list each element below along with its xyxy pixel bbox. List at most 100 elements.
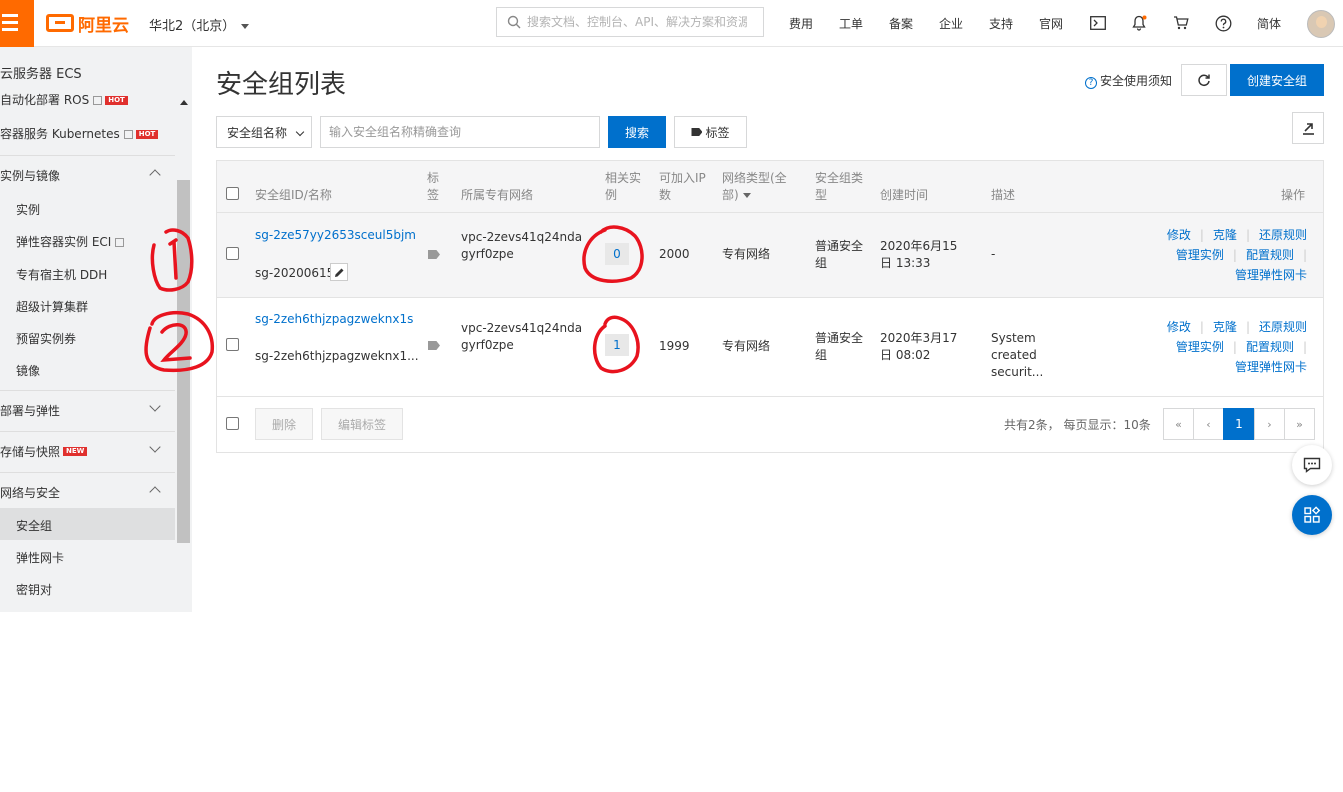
delete-button[interactable]: 删除 — [255, 408, 313, 440]
vpc-id: vpc-2zevs41q24ndagyrf0zpe — [461, 230, 583, 261]
nav-tickets[interactable]: 工单 — [839, 15, 863, 32]
sidebar-item-eci[interactable]: 弹性容器实例 ECI — [16, 233, 191, 250]
description: System created securit... — [991, 331, 1044, 379]
question-icon: ? — [1085, 77, 1097, 89]
sidebar-item-label: 容器服务 Kubernetes — [0, 127, 120, 141]
sidebar-group-label: 实例与镜像 — [0, 169, 61, 183]
nav-support[interactable]: 支持 — [989, 15, 1013, 32]
restore-rules-link[interactable]: 还原规则 — [1259, 228, 1307, 242]
manage-instances-link[interactable]: 管理实例 — [1176, 340, 1224, 354]
search-button[interactable]: 搜索 — [608, 116, 666, 148]
config-rules-link[interactable]: 配置规则 — [1246, 248, 1294, 262]
sidebar-item-super-computing[interactable]: 超级计算集群 — [16, 298, 191, 315]
manage-eni-link[interactable]: 管理弹性网卡 — [1235, 360, 1307, 374]
sidebar-group-instances[interactable]: 实例与镜像 — [0, 155, 175, 195]
select-all-checkbox[interactable] — [226, 187, 239, 200]
clone-link[interactable]: 克隆 — [1213, 320, 1237, 334]
hot-badge: HOT — [135, 130, 159, 139]
footer-select-all-checkbox[interactable] — [226, 417, 239, 430]
prev-page-button[interactable]: ‹ — [1193, 408, 1224, 440]
tag-icon[interactable] — [428, 341, 440, 350]
related-instances-count[interactable]: 0 — [605, 243, 629, 265]
page-number-current[interactable]: 1 — [1223, 408, 1255, 440]
modify-link[interactable]: 修改 — [1167, 228, 1191, 242]
header-description: 描述 — [991, 188, 1016, 202]
global-search[interactable] — [496, 7, 764, 37]
security-notice-link[interactable]: ? 安全使用须知 — [1085, 72, 1172, 89]
tag-icon[interactable] — [428, 250, 440, 259]
sidebar-item-keypair[interactable]: 密钥对 — [16, 581, 191, 598]
terminal-icon[interactable] — [1087, 12, 1109, 34]
clone-link[interactable]: 克隆 — [1213, 228, 1237, 242]
first-page-button[interactable]: « — [1163, 408, 1194, 440]
restore-rules-link[interactable]: 还原规则 — [1259, 320, 1307, 334]
nav-official-site[interactable]: 官网 — [1039, 15, 1063, 32]
sidebar-item-eni[interactable]: 弹性网卡 — [16, 549, 191, 566]
table-row: sg-2zeh6thjzpagzweknx1s sg-2zeh6thjzpagz… — [217, 298, 1323, 397]
search-icon — [507, 15, 521, 29]
security-group-id-link[interactable]: sg-2ze57yy2653sceul5bjm — [255, 227, 416, 244]
nav-icp[interactable]: 备案 — [889, 15, 913, 32]
related-instances-count[interactable]: 1 — [605, 334, 629, 356]
language-switch[interactable]: 简体 — [1257, 15, 1281, 32]
chevron-down-icon — [295, 127, 305, 137]
sidebar-group-network[interactable]: 网络与安全 — [0, 472, 175, 512]
header-network-type[interactable]: 网络类型(全部) — [722, 170, 792, 204]
security-group-id-link[interactable]: sg-2zeh6thjzpagzweknx1s — [255, 311, 413, 328]
sidebar-item-ddh[interactable]: 专有宿主机 DDH — [16, 266, 191, 283]
sidebar-group-label: 网络与安全 — [0, 486, 61, 500]
manage-eni-link[interactable]: 管理弹性网卡 — [1235, 268, 1307, 282]
bell-icon[interactable] — [1128, 12, 1150, 34]
network-type: 专有网络 — [722, 339, 771, 353]
sidebar-group-label: 部署与弹性 — [0, 404, 61, 418]
sidebar-item-image[interactable]: 镜像 — [16, 362, 191, 379]
sidebar-item-ros[interactable]: 自动化部署 ROS HOT — [0, 91, 175, 108]
config-rules-link[interactable]: 配置规则 — [1246, 340, 1294, 354]
sidebar-item-security-group[interactable]: 安全组 — [16, 517, 191, 534]
chevron-up-icon — [149, 169, 161, 181]
chevron-down-icon — [149, 441, 161, 453]
aliyun-logo[interactable]: 阿里云 — [46, 12, 129, 36]
tag-filter-button[interactable]: 标签 — [674, 116, 747, 148]
edit-name-button[interactable] — [330, 263, 348, 281]
menu-icon[interactable] — [0, 0, 34, 47]
refresh-icon — [1198, 74, 1210, 87]
chat-float-button[interactable] — [1292, 445, 1332, 485]
header-ip-count: 可加入IP数 — [659, 171, 706, 202]
manage-instances-link[interactable]: 管理实例 — [1176, 248, 1224, 262]
sidebar-scroll-thumb[interactable] — [177, 180, 190, 543]
search-input[interactable] — [320, 116, 600, 148]
row-checkbox[interactable] — [226, 338, 239, 351]
export-button[interactable] — [1292, 112, 1324, 144]
filter-field-select[interactable]: 安全组名称 — [216, 116, 312, 148]
filter-field-value: 安全组名称 — [227, 125, 288, 140]
sidebar-group-label: 存储与快照 — [0, 445, 61, 459]
table-row: sg-2ze57yy2653sceul5bjm sg-20200615 vpc-… — [217, 213, 1323, 298]
create-security-group-button[interactable]: 创建安全组 — [1230, 64, 1324, 96]
table-header: 安全组ID/名称 标签 所属专有网络 相关实例 可加入IP数 网络类型(全部) … — [217, 161, 1323, 213]
global-search-input[interactable] — [527, 15, 747, 29]
row-checkbox[interactable] — [226, 247, 239, 260]
last-page-button[interactable]: » — [1284, 408, 1315, 440]
chat-icon — [1303, 457, 1321, 473]
help-icon[interactable] — [1212, 12, 1234, 34]
cart-icon[interactable] — [1170, 12, 1192, 34]
avatar[interactable] — [1307, 10, 1335, 38]
pagination-summary: 共有2条， 每页显示：10条 — [1004, 418, 1151, 432]
nav-enterprise[interactable]: 企业 — [939, 15, 963, 32]
sidebar-item-instance[interactable]: 实例 — [16, 201, 191, 218]
refresh-button[interactable] — [1181, 64, 1227, 96]
sidebar-item-kubernetes[interactable]: 容器服务 Kubernetes HOT — [0, 125, 175, 142]
sidebar-item-reserved[interactable]: 预留实例券 — [16, 330, 191, 347]
apps-icon — [1304, 506, 1321, 523]
apps-float-button[interactable] — [1292, 495, 1332, 535]
modify-link[interactable]: 修改 — [1167, 320, 1191, 334]
edit-tags-button[interactable]: 编辑标签 — [321, 408, 403, 440]
sidebar-group-storage[interactable]: 存储与快照 NEW — [0, 431, 175, 471]
chevron-up-icon — [149, 486, 161, 498]
sidebar-group-deploy[interactable]: 部署与弹性 — [0, 390, 175, 430]
scroll-up-icon[interactable] — [180, 100, 188, 105]
region-selector[interactable]: 华北2（北京） — [149, 15, 250, 34]
next-page-button[interactable]: › — [1254, 408, 1285, 440]
nav-fees[interactable]: 费用 — [789, 15, 813, 32]
